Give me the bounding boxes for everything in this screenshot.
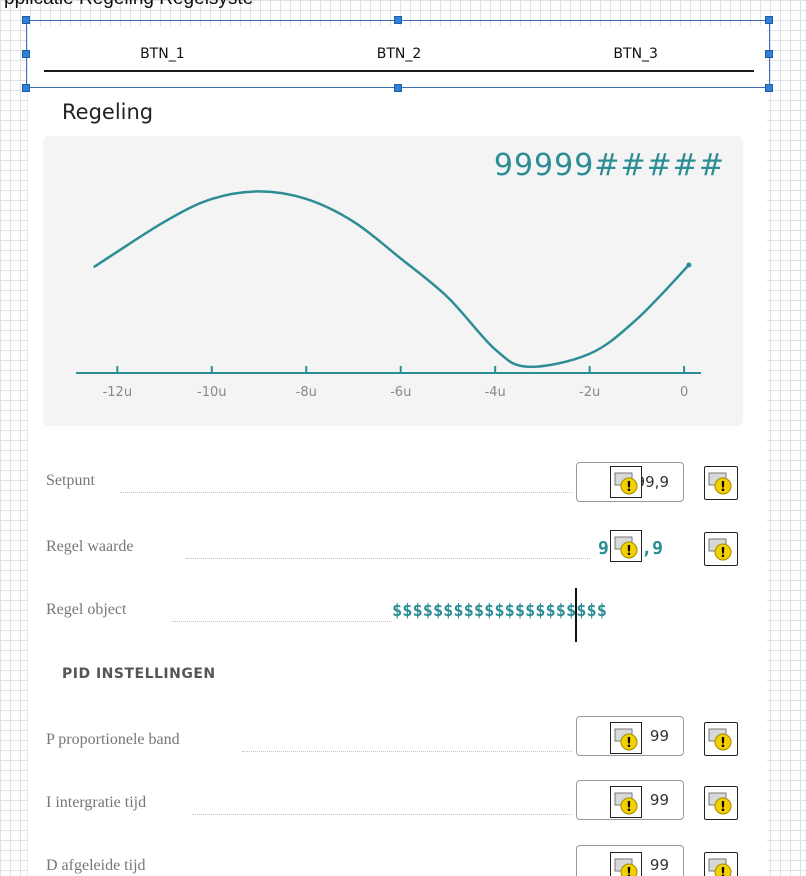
d-time-value: 99 (649, 856, 669, 874)
regel-object-leader (172, 621, 392, 622)
line-chart: -12u -10u -8u -6u -4u -2u 0 (76, 190, 701, 400)
nav-button-2[interactable]: BTN_2 (281, 40, 518, 70)
i-time-leader (192, 814, 572, 815)
series-endpoint (686, 262, 692, 268)
selection-handle-bl[interactable] (22, 84, 30, 92)
nav-bar: BTN_1 BTN_2 BTN_3 (44, 40, 754, 72)
svg-text:!: ! (626, 480, 632, 495)
svg-text:!: ! (720, 480, 726, 495)
selection-handle-tl[interactable] (22, 16, 30, 24)
setpunt-icon-button[interactable]: ! (704, 466, 738, 500)
broken-image-warning-icon: ! (610, 786, 642, 818)
broken-image-warning-icon: ! (708, 538, 732, 561)
chart-card: 99999##### -12u -10u -8u -6u -4u -2u 0 (43, 136, 743, 426)
svg-text:!: ! (720, 546, 726, 561)
selection-handle-ml[interactable] (22, 50, 30, 58)
broken-image-warning-icon: ! (610, 466, 642, 498)
i-time-icon-button[interactable]: ! (704, 786, 738, 820)
x-tick-label: 0 (680, 385, 688, 400)
broken-image-warning-icon: ! (708, 728, 732, 751)
regel-waarde-leader (186, 558, 590, 559)
selection-handle-mr[interactable] (765, 50, 773, 58)
setpunt-leader (120, 492, 572, 493)
svg-text:!: ! (720, 866, 726, 876)
svg-text:!: ! (626, 866, 632, 876)
broken-image-warning-icon: ! (610, 852, 642, 876)
x-tick-label: -2u (579, 385, 600, 400)
svg-text:!: ! (626, 800, 632, 815)
pid-heading: PID INSTELLINGEN (62, 666, 216, 682)
broken-image-warning-icon: ! (610, 530, 642, 562)
selection-handle-bm[interactable] (394, 84, 402, 92)
p-band-leader (242, 751, 572, 752)
regel-object-label: Regel object (46, 601, 127, 618)
window-caption: pplicatie Regeling Regelsyste (4, 0, 253, 10)
broken-image-warning-icon: ! (708, 792, 732, 815)
setpunt-label: Setpunt (46, 472, 95, 489)
section-title: Regeling (62, 100, 154, 124)
selection-handle-br[interactable] (765, 84, 773, 92)
p-band-icon-button[interactable]: ! (704, 722, 738, 756)
svg-text:!: ! (720, 736, 726, 751)
x-tick-label: -4u (485, 385, 506, 400)
x-tick-label: -8u (296, 385, 317, 400)
x-tick-label: -10u (197, 385, 226, 400)
i-time-value: 99 (649, 791, 669, 809)
regel-waarde-label: Regel waarde (46, 538, 134, 555)
p-band-value: 99 (649, 727, 669, 745)
d-time-icon-button[interactable]: ! (704, 852, 738, 876)
nav-button-3[interactable]: BTN_3 (517, 40, 754, 70)
broken-image-warning-icon: ! (708, 858, 732, 876)
selection-handle-tm[interactable] (394, 16, 402, 24)
p-band-label: P proportionele band (46, 731, 180, 748)
broken-image-warning-icon: ! (708, 472, 732, 495)
i-time-label: I intergratie tijd (46, 794, 147, 811)
svg-text:!: ! (720, 800, 726, 815)
svg-text:!: ! (626, 544, 632, 559)
svg-text:!: ! (626, 736, 632, 751)
x-tick-label: -6u (390, 385, 411, 400)
x-tick-label: -12u (103, 385, 132, 400)
regel-waarde-icon-button[interactable]: ! (704, 532, 738, 566)
d-time-label: D afgeleide tijd (46, 857, 146, 874)
broken-image-warning-icon: ! (610, 722, 642, 754)
selection-handle-tr[interactable] (765, 16, 773, 24)
nav-button-1[interactable]: BTN_1 (44, 40, 281, 70)
text-cursor (575, 588, 577, 642)
series-line (93, 190, 690, 369)
